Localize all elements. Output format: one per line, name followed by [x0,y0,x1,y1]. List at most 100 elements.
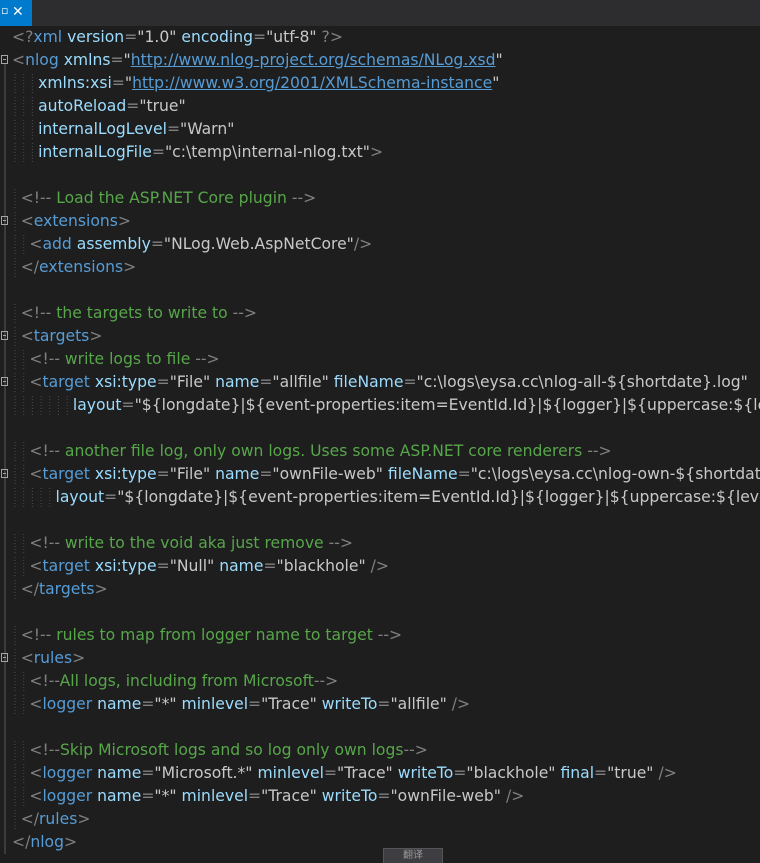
code-token: = [248,695,261,713]
code-text: <extensions> [21,210,131,233]
code-token: All logs, including from Microsoft [60,672,314,690]
code-token: = [157,373,170,391]
code-token: " [492,74,499,92]
code-token: name [92,787,141,805]
code-token: name [92,695,141,713]
code-text: <!-- Load the ASP.NET Core plugin --> [21,187,317,210]
code-token: --> [195,350,219,368]
collapse-icon[interactable] [1,55,8,64]
code-token: /> [447,695,470,713]
code-line: </rules> [0,808,760,831]
code-token: "true" [139,97,185,115]
translate-label: 翻译 [403,850,423,861]
collapse-icon[interactable] [1,216,8,225]
code-line: <!-- the targets to write to --> [0,302,760,325]
code-token: = [377,787,390,805]
code-token: "c:\logs\eysa.cc\nlog-own-${shortdate [471,465,760,483]
code-editor[interactable]: <?xml version="1.0" encoding="utf-8" ?><… [0,26,760,862]
collapse-icon[interactable] [1,331,8,340]
code-token: target [42,557,89,575]
code-token: < [21,327,34,345]
code-token: assembly [72,235,151,253]
code-token: minlevel [252,764,323,782]
pin-icon[interactable]: ▫ [1,4,8,18]
code-token: </ [21,258,39,276]
code-token: <!-- [21,189,52,207]
code-token: = [263,557,276,575]
code-token: logger [42,695,92,713]
code-token: = [458,465,471,483]
code-token: "*" [154,695,176,713]
code-token: <!-- [21,304,52,322]
code-token: > [123,258,136,276]
code-token: --> [329,534,353,552]
code-line: <!-- write to the void aka just remove -… [0,532,760,555]
code-token: = [453,764,466,782]
code-token: "ownFile-web" [272,465,383,483]
collapse-icon[interactable] [1,377,8,386]
code-token: "File" [170,465,210,483]
collapse-icon[interactable] [1,653,8,662]
code-token: "Null" [170,557,215,575]
close-icon[interactable]: ✕ [12,3,24,21]
code-token: writeTo [317,787,378,805]
code-token: nlog [25,51,59,69]
code-token: --> [378,626,402,644]
code-token: version [62,28,124,46]
code-token: name [214,557,263,575]
code-token: write to the void aka just remove [60,534,329,552]
code-token: > [118,212,131,230]
code-text: <!-- write logs to file --> [29,348,219,371]
code-token: /> [501,787,524,805]
code-token: writeTo [393,764,454,782]
code-token: "c:\temp\internal-nlog.txt" [165,143,370,161]
code-token: < [29,373,42,391]
code-token: target [42,465,89,483]
code-text: layout="${longdate}|${event-properties:i… [56,486,760,509]
code-text: internalLogLevel="Warn" [38,118,234,141]
code-token: <!-- [29,741,60,759]
code-line [0,164,760,187]
code-token: = [259,373,272,391]
code-token: "true" [607,764,653,782]
code-token: /> [366,557,389,575]
code-token: minlevel [177,695,248,713]
code-token: </ [21,810,39,828]
code-token: internalLogLevel [38,120,167,138]
code-text: <nlog xmlns="http://www.nlog-project.org… [12,49,503,72]
code-token: "*" [154,787,176,805]
code-token: fileName [383,465,458,483]
translate-button[interactable]: 翻译 [383,848,443,863]
code-text: <target xsi:type="File" name="ownFile-we… [29,463,760,486]
document-tab[interactable]: ▫ ✕ [0,0,32,26]
code-text: <!--All logs, including from Microsoft--… [29,670,338,693]
code-token: "allfile" [272,373,328,391]
code-token: fileName [329,373,404,391]
code-line: <!-- another file log, only own logs. Us… [0,440,760,463]
code-token: > [89,327,102,345]
code-token: layout [56,488,105,506]
code-token: targets [34,327,90,345]
code-token: </ [12,833,30,851]
code-line: <?xml version="1.0" encoding="utf-8" ?> [0,26,760,49]
code-token: "${longdate}|${event-properties:item=Eve… [117,488,760,506]
code-token: http://www.w3.org/2001/XMLSchema-instanc… [132,74,492,92]
collapse-icon[interactable] [1,469,8,478]
code-text: xmlns:xsi="http://www.w3.org/2001/XMLSch… [38,72,499,95]
code-text: <target xsi:type="Null" name="blackhole"… [29,555,389,578]
code-token: the targets to write to [51,304,232,322]
code-text: <target xsi:type="File" name="allfile" f… [29,371,747,394]
code-token: <? [12,28,33,46]
code-token: "c:\logs\eysa.cc\nlog-all-${shortdate}.l… [417,373,748,391]
code-token: Load the ASP.NET Core plugin [51,189,292,207]
code-token: /> [354,235,372,253]
code-token: http://www.nlog-project.org/schemas/NLog… [131,51,496,69]
code-token: xsi:type [90,557,157,575]
code-token: final [555,764,594,782]
code-line: <!-- write logs to file --> [0,348,760,371]
code-token: < [29,465,42,483]
code-token: > [77,810,90,828]
code-line: xmlns:xsi="http://www.w3.org/2001/XMLSch… [0,72,760,95]
code-line [0,601,760,624]
code-token: --> [403,741,427,759]
